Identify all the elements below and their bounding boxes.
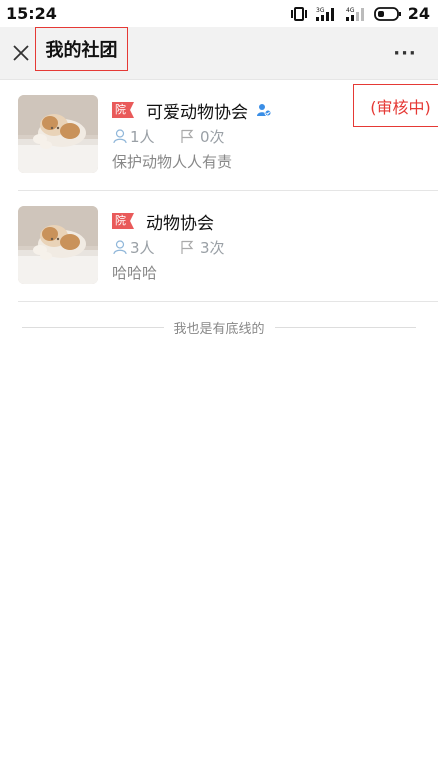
club-name-row: 院 可爱动物协会 [112, 98, 272, 123]
member-count: 1人 [112, 126, 176, 147]
close-icon [13, 45, 29, 61]
club-list: 院 可爱动物协会 1人 0次 保护动物人人有责 (审核中) 院 动物协会 3人 … [0, 80, 438, 302]
club-name: 可爱动物协会 [146, 102, 248, 123]
member-count: 3人 [112, 237, 176, 258]
club-thumbnail [18, 206, 98, 284]
status-bar: 15:24 3G 4G 24 [0, 0, 438, 27]
divider [274, 326, 417, 328]
club-meta-row: 3人 3次 [112, 237, 225, 257]
person-icon [113, 240, 127, 255]
club-name-row: 院 动物协会 [112, 209, 214, 234]
review-status: (审核中) [370, 97, 431, 117]
flag-icon [181, 240, 194, 254]
battery-icon [373, 6, 402, 22]
member-count-value: 1人 [130, 127, 155, 146]
flag-icon [181, 129, 194, 143]
activity-count-value: 3次 [200, 238, 225, 257]
divider [22, 326, 164, 328]
signal-2-icon: 4G [344, 6, 368, 22]
signal-1-icon: 3G [314, 6, 338, 22]
person-icon [113, 129, 127, 144]
end-of-list-footer: 我也是有底线的 [22, 317, 417, 337]
sim2-label: 4G [346, 7, 355, 14]
club-level-badge: 院 [112, 213, 134, 229]
status-time: 15:24 [6, 4, 57, 23]
activity-count-value: 0次 [200, 127, 225, 146]
club-description: 保护动物人人有责 [112, 153, 233, 171]
status-icons: 3G 4G 24 [290, 4, 430, 23]
club-list-item[interactable]: 院 动物协会 3人 3次 哈哈哈 [18, 191, 438, 302]
club-list-item[interactable]: 院 可爱动物协会 1人 0次 保护动物人人有责 (审核中) [18, 80, 438, 191]
review-status-box: (审核中) [353, 84, 438, 127]
sim1-label: 3G [316, 7, 325, 14]
member-count-value: 3人 [130, 238, 155, 257]
end-of-list-text: 我也是有底线的 [173, 321, 265, 337]
club-thumbnail [18, 95, 98, 173]
more-icon: ··· [393, 42, 417, 64]
page-title-box: 我的社团 [35, 27, 128, 71]
page-title: 我的社团 [45, 40, 118, 61]
club-level-badge: 院 [112, 102, 134, 118]
activity-count: 3次 [180, 237, 225, 258]
activity-count: 0次 [180, 126, 225, 147]
header: 我的社团 ··· [0, 27, 438, 80]
verified-user-icon [256, 103, 272, 117]
club-meta-row: 1人 0次 [112, 126, 225, 146]
battery-level: 24 [407, 4, 430, 23]
close-button[interactable] [10, 42, 32, 64]
vibrate-icon [290, 6, 308, 21]
club-name: 动物协会 [146, 213, 214, 234]
club-description: 哈哈哈 [112, 264, 158, 282]
more-button[interactable]: ··· [392, 42, 418, 64]
